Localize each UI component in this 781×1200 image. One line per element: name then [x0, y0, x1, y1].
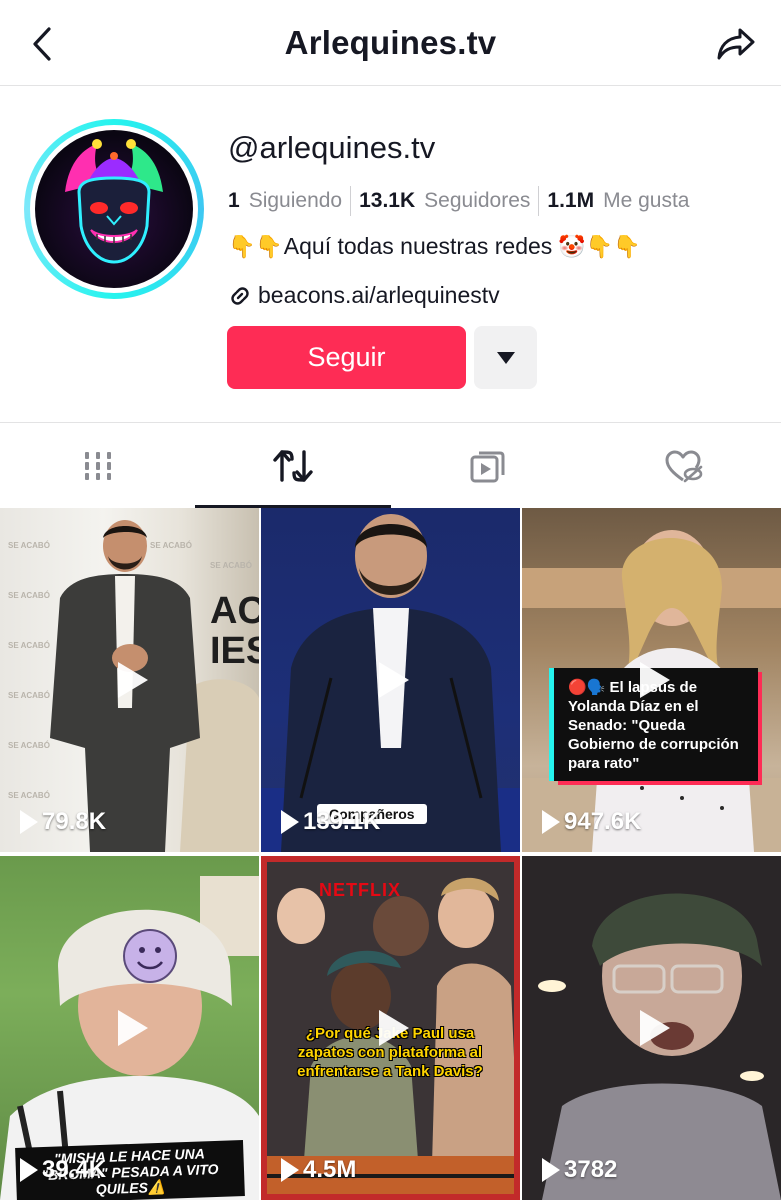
svg-text:IES: IES	[210, 630, 259, 672]
caret-down-icon	[496, 351, 515, 364]
hidden-heart-icon	[665, 450, 703, 482]
profile-stats: 1 Siguiendo 13.1K Seguidores 1.1M Me gus…	[228, 184, 689, 218]
following-stat[interactable]: 1 Siguiendo	[228, 189, 342, 213]
view-count: 3782	[542, 1156, 617, 1184]
tab-videos[interactable]	[0, 423, 195, 508]
jester-face-icon	[65, 139, 163, 264]
likes-stat: 1.1M Me gusta	[547, 189, 689, 213]
followers-label: Seguidores	[424, 189, 531, 212]
video-thumbnail[interactable]: NETFLIX ¿Por qué Jake Paul usa zapatos c…	[261, 856, 520, 1200]
follow-button[interactable]: Seguir	[227, 326, 466, 389]
view-count: 139.1K	[281, 808, 380, 836]
play-count-icon	[542, 810, 560, 834]
svg-text:SE ACABÓ: SE ACABÓ	[210, 561, 252, 570]
page-title: Arlequines.tv	[284, 23, 497, 61]
view-count: 79.8K	[20, 808, 106, 836]
svg-text:ACA: ACA	[210, 590, 259, 632]
share-icon	[717, 28, 755, 60]
svg-text:SE ACABÓ: SE ACABÓ	[8, 591, 50, 600]
top-bar: Arlequines.tv	[0, 0, 781, 86]
profile-link[interactable]: beacons.ai/arlequinestv	[228, 282, 500, 309]
following-count: 1	[228, 189, 240, 212]
link-text: beacons.ai/arlequinestv	[258, 282, 500, 308]
profile-bio: 👇👇 Aquí todas nuestras redes 🤡👇👇	[228, 233, 641, 260]
video-thumbnail[interactable]: Compañeros 139.1K	[261, 508, 520, 852]
tab-collections[interactable]	[391, 423, 586, 508]
bio-text: Aquí todas nuestras redes	[283, 233, 553, 259]
video-thumbnail[interactable]: 3782	[522, 856, 781, 1200]
profile-handle: @arlequines.tv	[228, 130, 436, 165]
avatar[interactable]	[24, 119, 204, 299]
play-count-icon	[542, 1158, 560, 1182]
play-icon	[639, 662, 670, 698]
video-grid: SE ACABÓ SE ACABÓ SE ACABÓ SE ACABÓ SE ACABÓ…	[0, 508, 781, 1200]
play-count-icon	[20, 810, 38, 834]
pointing-down-emoji: 👇👇	[228, 233, 283, 259]
followers-count: 13.1K	[359, 189, 416, 212]
following-label: Siguiendo	[248, 189, 343, 212]
play-icon	[378, 662, 409, 698]
chevron-left-icon	[33, 27, 51, 61]
view-count: 39.4K	[20, 1156, 106, 1184]
svg-text:SE ACABÓ: SE ACABÓ	[150, 541, 192, 550]
repost-icon	[273, 449, 313, 482]
video-thumbnail[interactable]: 🔴🗣️ El lapsus de Yolanda Díaz en el Sena…	[522, 508, 781, 852]
svg-text:SE ACABÓ: SE ACABÓ	[8, 791, 50, 800]
clown-pointing-emoji: 🤡👇👇	[558, 233, 641, 259]
share-button[interactable]	[713, 22, 759, 66]
play-count-icon	[281, 810, 299, 834]
playlist-icon	[470, 451, 505, 482]
followers-stat[interactable]: 13.1K Seguidores	[359, 189, 530, 213]
svg-text:SE ACABÓ: SE ACABÓ	[8, 641, 50, 650]
svg-text:SE ACABÓ: SE ACABÓ	[8, 541, 50, 550]
play-icon	[639, 1010, 670, 1046]
video-thumbnail[interactable]: "MISHA LE HACE UNA "BROMA" PESADA A VITO…	[0, 856, 259, 1200]
svg-text:SE ACABÓ: SE ACABÓ	[8, 691, 50, 700]
video-thumbnail[interactable]: SE ACABÓ SE ACABÓ SE ACABÓ SE ACABÓ SE ACABÓ…	[0, 508, 259, 852]
play-icon	[117, 1010, 148, 1046]
likes-count: 1.1M	[547, 189, 595, 212]
profile-tabs	[0, 422, 781, 508]
play-count-icon	[281, 1158, 299, 1182]
view-count: 947.6K	[542, 808, 641, 836]
link-icon	[228, 284, 252, 308]
tab-liked[interactable]	[586, 423, 781, 508]
profile-header: @arlequines.tv 1 Siguiendo 13.1K Seguido…	[0, 86, 781, 422]
grid-bars-icon	[84, 451, 111, 480]
svg-text:SE ACABÓ: SE ACABÓ	[8, 741, 50, 750]
tab-reposts[interactable]	[195, 423, 391, 508]
view-count: 4.5M	[281, 1156, 356, 1184]
play-icon	[117, 662, 148, 698]
stat-divider	[538, 186, 540, 216]
suggested-accounts-button[interactable]	[474, 326, 537, 389]
play-count-icon	[20, 1158, 38, 1182]
play-icon	[378, 1010, 409, 1046]
likes-label: Me gusta	[603, 189, 690, 212]
netflix-badge: NETFLIX	[319, 880, 401, 900]
jester-logo-avatar	[35, 130, 193, 288]
stat-divider	[350, 186, 352, 216]
back-button[interactable]	[22, 22, 62, 66]
